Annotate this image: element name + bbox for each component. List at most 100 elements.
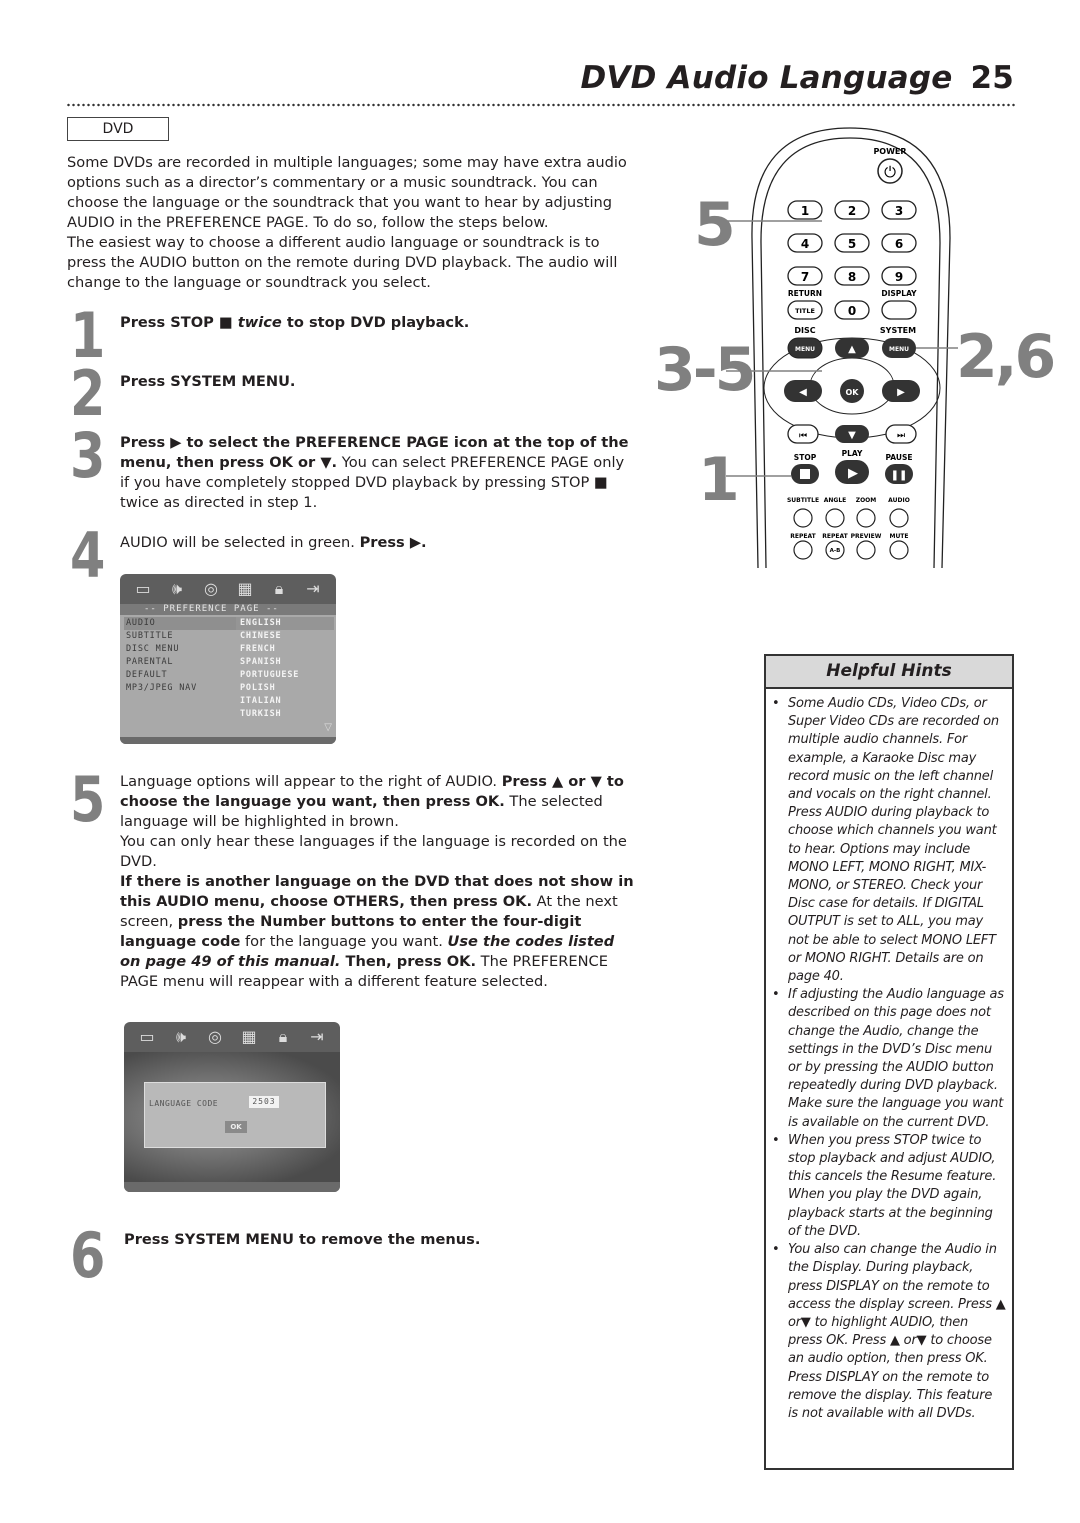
scroll-down-icon[interactable]: ▽	[324, 722, 332, 733]
language-code-dialog: LANGUAGE CODE 2503 OK	[144, 1082, 326, 1148]
key-label: 5	[848, 237, 856, 251]
preview-button[interactable]	[856, 540, 876, 560]
osd-item-audio[interactable]: AUDIO	[124, 617, 236, 630]
step-6-strong: Press SYSTEM MENU to remove the menus.	[124, 1231, 481, 1248]
step-5-paragraph-2: You can only hear these languages if the…	[120, 833, 627, 870]
audio-button[interactable]	[889, 508, 909, 528]
tv-screen-icon: ▭	[135, 579, 151, 598]
osd-item-default[interactable]: DEFAULT	[124, 669, 236, 682]
step-number: 5	[70, 763, 106, 836]
ok-button[interactable]: OK	[225, 1121, 247, 1133]
right-arrow-icon: ▶	[897, 387, 905, 398]
language-code-input[interactable]: 2503	[249, 1096, 279, 1108]
step-1-text: Press STOP ■ twice to stop DVD playback.	[120, 313, 635, 333]
step-number: 1	[70, 299, 106, 372]
left-arrow-icon: ◀	[799, 387, 807, 398]
step-number: 2	[70, 357, 106, 430]
hints-title: Helpful Hints	[766, 656, 1012, 689]
power-icon: ⏻	[884, 163, 896, 181]
mute-button[interactable]	[889, 540, 909, 560]
display-button[interactable]	[881, 300, 917, 320]
callout-steps-3-5: 3-5	[654, 335, 756, 405]
zoom-button[interactable]	[856, 508, 876, 528]
step-number: 4	[70, 519, 106, 592]
osd-preference-page: ▭ 🕪 ◎ ▦ 🔒︎ ⇥ -- PREFERENCE PAGE -- AUDIO…	[120, 574, 336, 744]
step-4-text: AUDIO will be selected in green. Press ▶…	[120, 533, 635, 553]
text-run-strong: Then, press OK.	[340, 953, 477, 970]
osd-item-subtitle[interactable]: SUBTITLE	[124, 630, 236, 643]
step-3-text: Press ▶ to select the PREFERENCE PAGE ic…	[120, 433, 635, 513]
display-label: DISPLAY	[881, 289, 917, 298]
ab-label: A-B	[830, 548, 841, 554]
osd-language-list: ENGLISH CHINESE FRENCH SPANISH PORTUGUES…	[236, 617, 334, 721]
exit-icon: ⇥	[310, 1027, 324, 1046]
intro-text: Some DVDs are recorded in multiple langu…	[67, 153, 637, 293]
hint-item: You also can change the Audio in the Dis…	[772, 1241, 1006, 1423]
tv-screen-icon: ▭	[139, 1027, 155, 1046]
system-label: SYSTEM	[880, 326, 916, 335]
up-arrow-icon: ▲	[848, 344, 856, 355]
menu-label: MENU	[795, 346, 815, 353]
osd-icon-bar: ▭ 🕪 ◎ ▦ 🔒︎ ⇥	[124, 1022, 340, 1052]
hint-item: If adjusting the Audio language as descr…	[772, 986, 1006, 1132]
settings-board-icon: ▦	[241, 1027, 257, 1046]
osd-language-option[interactable]: SPANISH	[236, 656, 334, 669]
page-number: 25	[970, 60, 1014, 96]
pause-label: PAUSE	[886, 453, 913, 462]
osd-heading: -- PREFERENCE PAGE --	[120, 604, 336, 615]
osd-item-list: AUDIO SUBTITLE DISC MENU PARENTAL DEFAUL…	[124, 617, 236, 695]
osd-item-parental[interactable]: PARENTAL	[124, 656, 236, 669]
step-number: 3	[70, 419, 106, 492]
repeat-button[interactable]	[793, 540, 813, 560]
step-number: 6	[70, 1219, 106, 1292]
padlock-icon: 🔒︎	[274, 579, 284, 598]
stop-label: STOP	[794, 453, 817, 462]
intro-paragraph: The easiest way to choose a different au…	[67, 234, 618, 291]
step-4-note: AUDIO will be selected in green.	[120, 534, 360, 551]
osd-language-option[interactable]: FRENCH	[236, 643, 334, 656]
callout-step-1: 1	[698, 445, 740, 515]
step-4-strong: Press ▶.	[359, 534, 427, 551]
subtitle-button[interactable]	[793, 508, 813, 528]
play-label: PLAY	[842, 449, 863, 458]
helpful-hints-box: Helpful Hints Some Audio CDs, Video CDs,…	[764, 654, 1014, 1470]
step-1-emphasis: twice	[237, 314, 282, 331]
zoom-label: ZOOM	[856, 497, 877, 504]
osd-menu-body: AUDIO SUBTITLE DISC MENU PARENTAL DEFAUL…	[120, 615, 336, 737]
down-arrow-icon: ▼	[848, 430, 856, 441]
title-label: TITLE	[795, 307, 815, 315]
osd-background: LANGUAGE CODE 2503 OK	[124, 1052, 340, 1182]
osd-language-option[interactable]: ITALIAN	[236, 695, 334, 708]
menu-label: MENU	[889, 346, 909, 353]
ok-label: OK	[846, 388, 860, 397]
key-label: 9	[895, 270, 903, 284]
step-2-strong: Press SYSTEM MENU.	[120, 373, 296, 390]
repeat-label: REPEAT	[790, 533, 816, 540]
previous-icon: ⏮	[799, 431, 807, 441]
step-5-paragraph-3: If there is another language on the DVD …	[120, 872, 635, 992]
step-2-text: Press SYSTEM MENU.	[120, 372, 635, 392]
osd-language-option[interactable]: CHINESE	[236, 630, 334, 643]
speaker-icon: 🕪	[175, 1027, 187, 1046]
angle-button[interactable]	[825, 508, 845, 528]
dotted-divider	[66, 103, 1016, 107]
osd-language-option[interactable]: ENGLISH	[236, 617, 334, 630]
disc-type-tag: DVD	[67, 117, 169, 141]
osd-item-mp3-jpeg-nav[interactable]: MP3/JPEG NAV	[124, 682, 236, 695]
disc-icon: ◎	[208, 1027, 222, 1046]
key-label: 7	[801, 270, 809, 284]
osd-language-option[interactable]: POLISH	[236, 682, 334, 695]
return-label: RETURN	[788, 289, 822, 298]
step-5-text: Language options will appear to the righ…	[120, 772, 635, 992]
power-label: POWER	[873, 147, 906, 156]
osd-item-disc-menu[interactable]: DISC MENU	[124, 643, 236, 656]
text-run: for the language you want.	[240, 933, 448, 950]
hint-item: When you press STOP twice to stop playba…	[772, 1132, 1006, 1241]
osd-language-option[interactable]: TURKISH	[236, 708, 334, 721]
callout-step-5: 5	[694, 190, 736, 260]
intro-paragraph: Some DVDs are recorded in multiple langu…	[67, 154, 627, 231]
osd-language-option[interactable]: PORTUGUESE	[236, 669, 334, 682]
step-1-strong-end: to stop DVD playback.	[281, 314, 470, 331]
key-label: 1	[801, 204, 809, 218]
stop-icon	[800, 469, 810, 479]
